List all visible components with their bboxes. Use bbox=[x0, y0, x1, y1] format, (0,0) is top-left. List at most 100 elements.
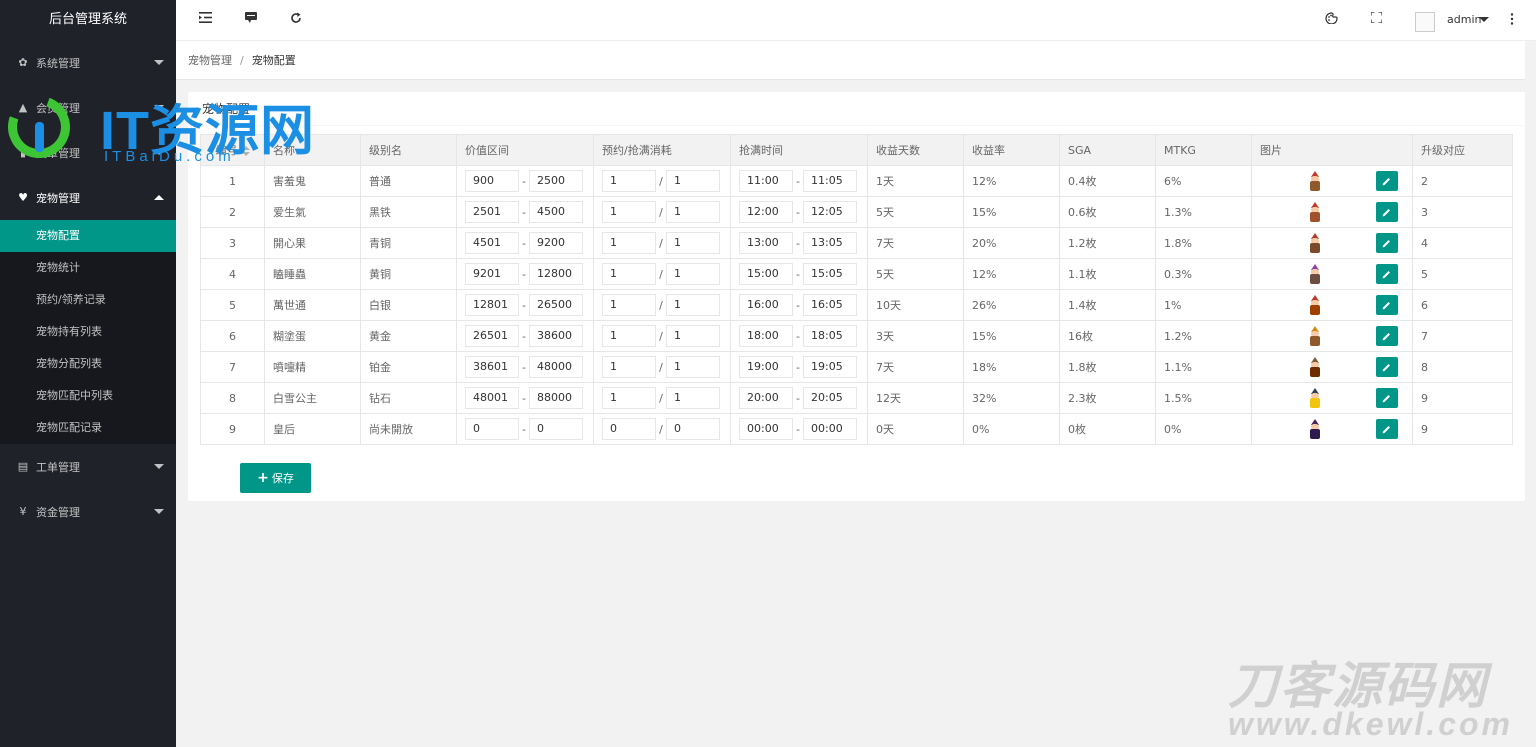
cell-value-range-min-input[interactable]: 0 bbox=[465, 418, 519, 440]
cell-time-max-input[interactable]: 20:05 bbox=[803, 387, 857, 409]
sidebar-subitem-4[interactable]: 宠物分配列表 bbox=[0, 348, 176, 380]
cell-time-max-input[interactable]: 16:05 bbox=[803, 294, 857, 316]
breadcrumb-parent[interactable]: 宠物管理 bbox=[188, 54, 232, 67]
cell-value-range-max-input[interactable]: 26500 bbox=[529, 294, 583, 316]
chevron-down-icon[interactable] bbox=[154, 105, 164, 110]
edit-image-button[interactable] bbox=[1376, 233, 1398, 253]
cell-time-min-input[interactable]: 18:00 bbox=[739, 325, 793, 347]
cell-time-min-input[interactable]: 20:00 bbox=[739, 387, 793, 409]
menu-indent-icon[interactable] bbox=[199, 12, 212, 27]
more-icon[interactable] bbox=[1510, 13, 1514, 29]
cell-value-range-min-input[interactable]: 48001 bbox=[465, 387, 519, 409]
avatar[interactable] bbox=[1415, 12, 1435, 32]
cell-value-range-max-input[interactable]: 48000 bbox=[529, 356, 583, 378]
cell-cost-min-input[interactable]: 1 bbox=[602, 387, 656, 409]
cell-value-range-min-input[interactable]: 2501 bbox=[465, 201, 519, 223]
edit-image-button[interactable] bbox=[1376, 171, 1398, 191]
sort-icon[interactable] bbox=[241, 146, 250, 156]
cell-cost-max-input[interactable]: 0 bbox=[666, 418, 720, 440]
refresh-icon[interactable] bbox=[290, 12, 302, 28]
edit-image-button[interactable] bbox=[1376, 357, 1398, 377]
edit-image-button[interactable] bbox=[1376, 264, 1398, 284]
cell-value-range-max-input[interactable]: 0 bbox=[529, 418, 583, 440]
chevron-down-icon[interactable] bbox=[154, 150, 164, 155]
cell-time-max-input[interactable]: 00:00 bbox=[803, 418, 857, 440]
cell-time-min-input[interactable]: 16:00 bbox=[739, 294, 793, 316]
cell-value-range-min-input[interactable]: 12801 bbox=[465, 294, 519, 316]
cell-value-range-max-input[interactable]: 4500 bbox=[529, 201, 583, 223]
cell-time-max-input[interactable]: 19:05 bbox=[803, 356, 857, 378]
cell-time-min-input[interactable]: 13:00 bbox=[739, 232, 793, 254]
cell-value-range-max-input[interactable]: 88000 bbox=[529, 387, 583, 409]
cell-cost-max-input[interactable]: 1 bbox=[666, 325, 720, 347]
sidebar-item-1[interactable]: ▲ 会员管理 bbox=[0, 85, 176, 130]
cell-value-range-min-input[interactable]: 9201 bbox=[465, 263, 519, 285]
cell-image bbox=[1251, 289, 1413, 321]
sidebar-subitem-6[interactable]: 宠物匹配记录 bbox=[0, 412, 176, 444]
user-name[interactable]: admin bbox=[1447, 13, 1481, 26]
sidebar-subitem-3[interactable]: 宠物持有列表 bbox=[0, 316, 176, 348]
cell-value-range-min-input[interactable]: 4501 bbox=[465, 232, 519, 254]
cell-time-min-input[interactable]: 15:00 bbox=[739, 263, 793, 285]
cell-time-max-input[interactable]: 11:05 bbox=[803, 170, 857, 192]
cell-time-max-input[interactable]: 12:05 bbox=[803, 201, 857, 223]
edit-image-button[interactable] bbox=[1376, 388, 1398, 408]
save-button[interactable]: + 保存 bbox=[240, 463, 311, 493]
edit-image-button[interactable] bbox=[1376, 326, 1398, 346]
cell-time-min-input[interactable]: 19:00 bbox=[739, 356, 793, 378]
cell-time-max-input[interactable]: 15:05 bbox=[803, 263, 857, 285]
cell-cost-min-input[interactable]: 1 bbox=[602, 356, 656, 378]
chevron-down-icon[interactable] bbox=[154, 60, 164, 65]
cell-time-min-input[interactable]: 11:00 bbox=[739, 170, 793, 192]
sidebar-subitem-0[interactable]: 宠物配置 bbox=[0, 220, 176, 252]
sidebar-item-4[interactable]: ▤ 工单管理 bbox=[0, 444, 176, 489]
cell-value-range-min-input[interactable]: 900 bbox=[465, 170, 519, 192]
cell-cost-max-input[interactable]: 1 bbox=[666, 232, 720, 254]
cell-value-range-min-input[interactable]: 38601 bbox=[465, 356, 519, 378]
cell-value-range-max-input[interactable]: 12800 bbox=[529, 263, 583, 285]
cell-cost-min-input[interactable]: 1 bbox=[602, 294, 656, 316]
chevron-down-icon[interactable] bbox=[154, 464, 164, 469]
theme-icon[interactable] bbox=[1325, 12, 1338, 28]
sidebar-subitem-1[interactable]: 宠物统计 bbox=[0, 252, 176, 284]
cell-time-min-input[interactable]: 12:00 bbox=[739, 201, 793, 223]
cell-value-range-max-input[interactable]: 2500 bbox=[529, 170, 583, 192]
cell-cost-min-input[interactable]: 1 bbox=[602, 325, 656, 347]
cell-time-max-input[interactable]: 13:05 bbox=[803, 232, 857, 254]
chevron-up-icon[interactable] bbox=[154, 195, 164, 200]
cell-time-min-input[interactable]: 00:00 bbox=[739, 418, 793, 440]
cell-cost-min-input[interactable]: 1 bbox=[602, 170, 656, 192]
cell-cost-max-input[interactable]: 1 bbox=[666, 356, 720, 378]
sidebar-item-0[interactable]: ✿ 系统管理 bbox=[0, 40, 176, 85]
sidebar-item-3[interactable]: ♥ 宠物管理 bbox=[0, 175, 176, 220]
cell-cost-min-input[interactable]: 0 bbox=[602, 418, 656, 440]
sidebar-item-5[interactable]: ¥ 资金管理 bbox=[0, 489, 176, 534]
cell-time-max-input[interactable]: 18:05 bbox=[803, 325, 857, 347]
cell-cost-max-input[interactable]: 1 bbox=[666, 294, 720, 316]
cell-level: 青铜 bbox=[360, 227, 457, 259]
cell-value-range-max-input[interactable]: 9200 bbox=[529, 232, 583, 254]
message-icon[interactable] bbox=[245, 12, 257, 27]
chevron-down-icon[interactable] bbox=[154, 509, 164, 514]
vertical-scrollbar[interactable] bbox=[1525, 41, 1536, 747]
cell-cost-max-input[interactable]: 1 bbox=[666, 201, 720, 223]
cell-cost-max-input[interactable]: 1 bbox=[666, 170, 720, 192]
sidebar-item-2[interactable]: ▮ 文章管理 bbox=[0, 130, 176, 175]
edit-image-button[interactable] bbox=[1376, 295, 1398, 315]
fullscreen-icon[interactable] bbox=[1370, 11, 1383, 27]
cell-cost-min-input[interactable]: 1 bbox=[602, 232, 656, 254]
table-row: 3 開心果 青铜 4501-9200 1/1 13:00-13:05 7天 20% 1.2枚 1.… bbox=[200, 227, 1513, 259]
column-header[interactable]: 编号 bbox=[200, 134, 265, 166]
cell-cost-max-input[interactable]: 1 bbox=[666, 263, 720, 285]
cell-value-range-min-input[interactable]: 26501 bbox=[465, 325, 519, 347]
edit-image-button[interactable] bbox=[1376, 202, 1398, 222]
chevron-down-icon[interactable] bbox=[1479, 17, 1489, 22]
sidebar-subitem-2[interactable]: 预约/领养记录 bbox=[0, 284, 176, 316]
cell-cost-min-input[interactable]: 1 bbox=[602, 201, 656, 223]
range-separator: / bbox=[659, 236, 663, 250]
cell-cost-min-input[interactable]: 1 bbox=[602, 263, 656, 285]
edit-image-button[interactable] bbox=[1376, 419, 1398, 439]
cell-value-range-max-input[interactable]: 38600 bbox=[529, 325, 583, 347]
sidebar-subitem-5[interactable]: 宠物匹配中列表 bbox=[0, 380, 176, 412]
cell-cost-max-input[interactable]: 1 bbox=[666, 387, 720, 409]
